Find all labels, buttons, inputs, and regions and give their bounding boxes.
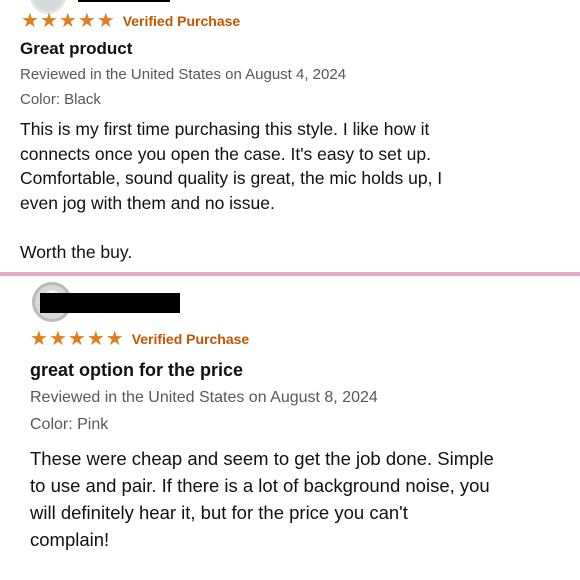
star-icon: ★ xyxy=(30,328,48,350)
star-rating[interactable]: ★ ★ ★ ★ ★ Verified Purchase xyxy=(30,329,249,349)
star-icon: ★ xyxy=(96,10,115,32)
star-icon: ★ xyxy=(58,10,77,32)
review-body-line: even jog with them and no issue. xyxy=(20,192,275,213)
review-body-line: to use and pair. If there is a lot of ba… xyxy=(30,475,490,496)
redacted-reviewer-name xyxy=(40,293,180,313)
review-body: These were cheap and seem to get the job… xyxy=(30,445,494,553)
review-body-line: This is my first time purchasing this st… xyxy=(20,119,430,139)
review-divider xyxy=(0,272,580,276)
verified-purchase-badge: Verified Purchase xyxy=(131,331,250,347)
star-icon: ★ xyxy=(86,328,105,350)
review-body-line: complain! xyxy=(30,529,110,550)
review-body-line: will definitely hear it, but for the pri… xyxy=(30,502,408,523)
star-icon: ★ xyxy=(67,328,86,350)
review-body-line: These were cheap and seem to get the job… xyxy=(30,448,494,469)
star-rating[interactable]: ★ ★ ★ ★ ★ Verified Purchase xyxy=(21,11,240,31)
review-body-line: Worth the buy. xyxy=(20,241,133,262)
review-date: Reviewed in the United States on August … xyxy=(20,66,347,83)
redacted-reviewer-name xyxy=(78,0,170,2)
review-body-line: connects once you open the case. It's ea… xyxy=(20,143,431,164)
star-icon: ★ xyxy=(21,10,39,32)
product-variant: Color: Black xyxy=(20,91,101,108)
review-body: This is my first time purchasing this st… xyxy=(20,117,442,264)
review-title[interactable]: great option for the price xyxy=(30,360,243,381)
review-card: ★ ★ ★ ★ ★ Verified Purchase Great produc… xyxy=(0,0,580,272)
star-icon: ★ xyxy=(39,10,58,32)
star-icon: ★ xyxy=(105,328,124,350)
verified-purchase-badge: Verified Purchase xyxy=(122,13,241,29)
star-icon: ★ xyxy=(48,328,67,350)
star-icon: ★ xyxy=(77,10,96,32)
review-card: ★ ★ ★ ★ ★ Verified Purchase great option… xyxy=(0,277,580,580)
product-variant: Color: Pink xyxy=(30,416,109,433)
review-body-line: Comfortable, sound quality is great, the… xyxy=(20,168,443,188)
review-date: Reviewed in the United States on August … xyxy=(30,389,378,406)
review-title[interactable]: Great product xyxy=(20,39,132,59)
